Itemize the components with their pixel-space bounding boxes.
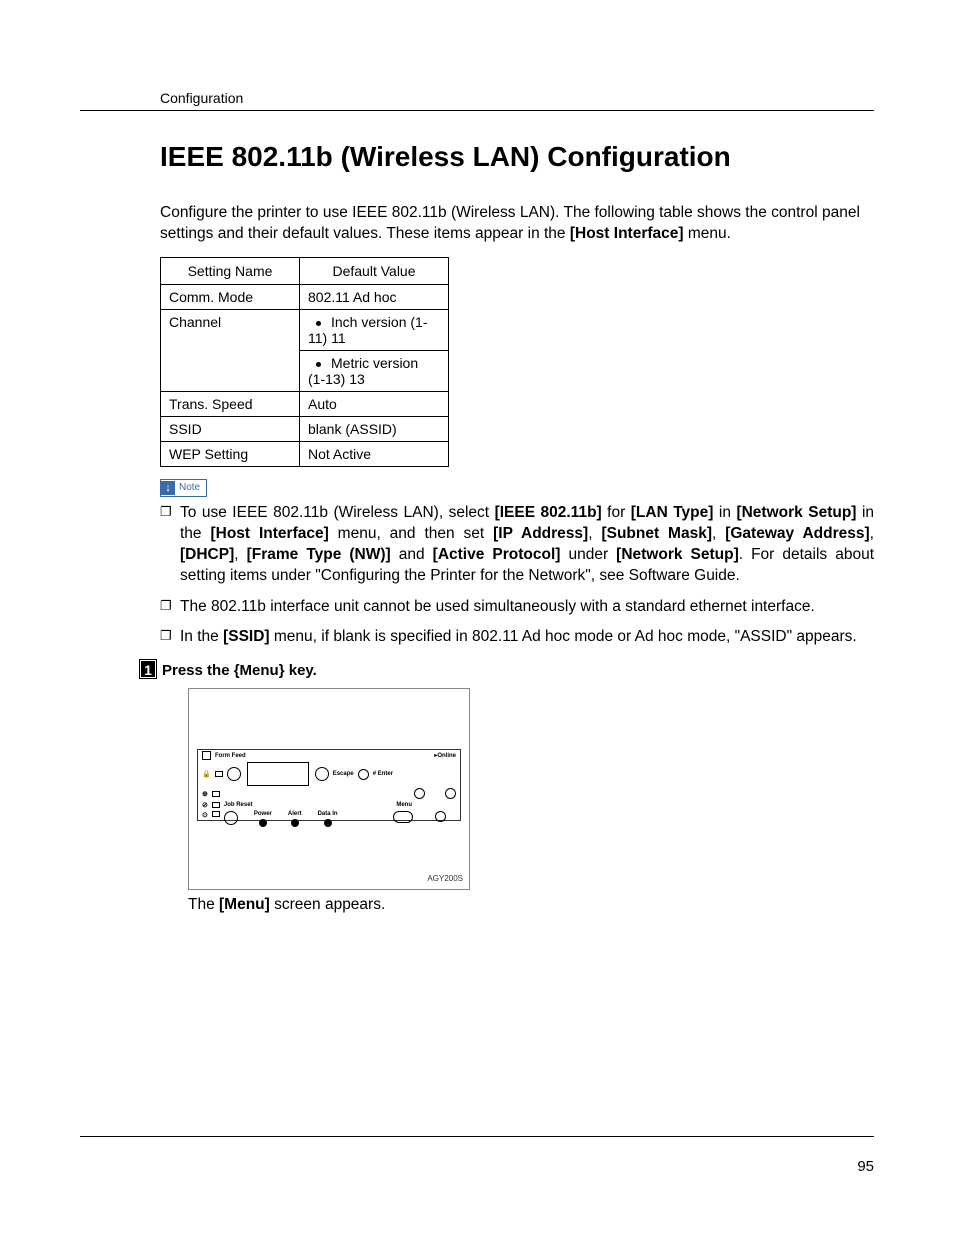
td-value: Auto [300, 391, 449, 416]
bullet-text: Inch version (1-11) 11 [308, 314, 427, 346]
step-1: 1 Press the {Menu} key. [140, 660, 874, 680]
settings-table: Setting Name Default Value Comm. Mode 80… [160, 257, 449, 467]
page-number: 95 [857, 1158, 874, 1175]
note-label: Note [179, 482, 200, 493]
lcd-screen [247, 762, 309, 786]
td-value-bullet: Metric version (1-13) 13 [300, 350, 449, 391]
td-name: SSID [161, 416, 300, 441]
down-button [435, 811, 446, 822]
td-value: 802.11 Ad hoc [300, 284, 449, 309]
header-section-label: Configuration [160, 90, 874, 106]
escape-button [414, 788, 425, 799]
td-name: Trans. Speed [161, 391, 300, 416]
th-default-value: Default Value [300, 257, 449, 284]
table-row: Comm. Mode 802.11 Ad hoc [161, 284, 449, 309]
af-pre: The [188, 896, 219, 913]
job-reset-button [224, 811, 238, 825]
page-title: IEEE 802.11b (Wireless LAN) Configuratio… [160, 141, 874, 173]
online-button [315, 767, 329, 781]
th-setting-name: Setting Name [161, 257, 300, 284]
up-button [358, 769, 369, 780]
note-badge: ↓ Note [160, 479, 207, 497]
label-alert: Alert [288, 811, 302, 817]
printer-panel-figure: Form Feed ▸Online 🔒 Escape # Enter ⊕ [188, 688, 470, 890]
bullet-text: Metric version (1-13) 13 [308, 355, 418, 387]
step-pre: Press the [162, 662, 234, 679]
label-data-in: Data In [318, 811, 338, 817]
figure-code: AGY200S [427, 874, 463, 883]
intro-pre: Configure the printer to use IEEE 802.11… [160, 204, 860, 242]
label-online: ▸Online [434, 752, 456, 759]
intro-post: menu. [684, 225, 731, 242]
intro-bold: [Host Interface] [570, 225, 684, 242]
af-bold: [Menu] [219, 896, 270, 913]
td-value: Not Active [300, 441, 449, 466]
step-key: {Menu} [234, 662, 285, 679]
intro-paragraph: Configure the printer to use IEEE 802.11… [160, 203, 874, 245]
td-name: Channel [161, 309, 300, 391]
step-number-icon: 1 [140, 660, 158, 680]
step-number: 1 [140, 660, 156, 678]
header-rule [80, 110, 874, 111]
enter-button [445, 788, 456, 799]
note-arrow-icon: ↓ [161, 481, 175, 495]
af-post: screen appears. [270, 896, 385, 913]
panel-body: Form Feed ▸Online 🔒 Escape # Enter ⊕ [197, 749, 461, 821]
bullet-icon [316, 321, 321, 326]
menu-button [393, 811, 413, 823]
table-row: WEP Setting Not Active [161, 441, 449, 466]
note-item: In the [SSID] menu, if blank is specifie… [160, 627, 874, 648]
step-text: Press the {Menu} key. [162, 662, 317, 679]
bullet-icon [316, 362, 321, 367]
note-list: To use IEEE 802.11b (Wireless LAN), sele… [160, 503, 874, 649]
note-item: The 802.11b interface unit cannot be use… [160, 597, 874, 618]
label-escape: Escape [333, 771, 354, 777]
td-value-bullet: Inch version (1-11) 11 [300, 309, 449, 350]
td-name: WEP Setting [161, 441, 300, 466]
label-job-reset: Job Reset [224, 802, 253, 808]
td-value: blank (ASSID) [300, 416, 449, 441]
note-item: To use IEEE 802.11b (Wireless LAN), sele… [160, 503, 874, 587]
label-power: Power [254, 811, 272, 817]
table-header-row: Setting Name Default Value [161, 257, 449, 284]
step-post: key. [285, 662, 317, 679]
footer-rule [80, 1136, 874, 1137]
table-row: SSID blank (ASSID) [161, 416, 449, 441]
after-figure-text: The [Menu] screen appears. [188, 896, 874, 914]
table-row: Channel Inch version (1-11) 11 [161, 309, 449, 350]
form-feed-button [227, 767, 241, 781]
label-menu: Menu [396, 802, 412, 808]
table-row: Trans. Speed Auto [161, 391, 449, 416]
label-enter: # Enter [373, 771, 393, 777]
td-name: Comm. Mode [161, 284, 300, 309]
label-form-feed: Form Feed [215, 753, 246, 759]
